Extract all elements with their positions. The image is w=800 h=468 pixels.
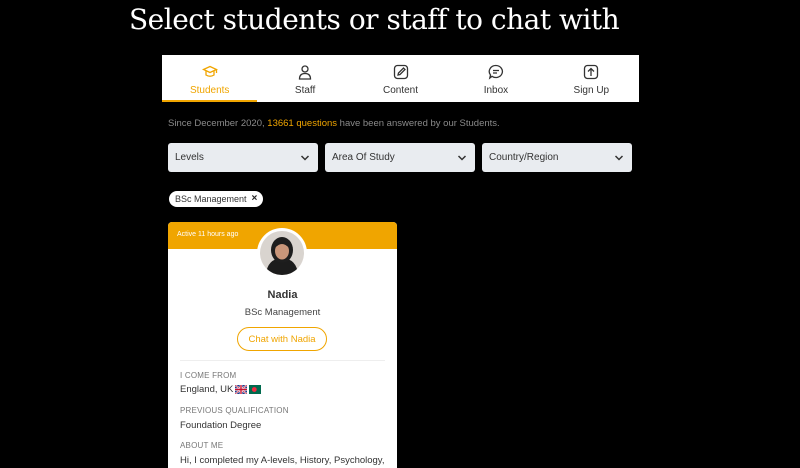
- student-card: Active 11 hours ago Nadia BSc Management…: [168, 222, 397, 468]
- chevron-down-icon: [614, 154, 624, 161]
- tab-sign-up[interactable]: Sign Up: [544, 55, 639, 102]
- area-of-study-select[interactable]: Area Of Study: [325, 143, 475, 172]
- stats-suffix: have been answered by our Students.: [337, 118, 500, 129]
- avatar[interactable]: [257, 228, 307, 278]
- chip-label: BSc Management: [175, 194, 247, 204]
- levels-select[interactable]: Levels: [168, 143, 318, 172]
- active-status: Active 11 hours ago: [177, 231, 239, 238]
- stats-count: 13661 questions: [267, 118, 338, 129]
- answered-stats: Since December 2020, 13661 questions hav…: [168, 118, 500, 129]
- user-icon: [298, 65, 312, 80]
- levels-select-value: Levels: [175, 152, 204, 163]
- chevron-down-icon: [300, 154, 310, 161]
- tab-label: Staff: [294, 85, 316, 96]
- page-title: Select students or staff to chat with: [129, 3, 620, 36]
- come-from-text: England, UK: [180, 384, 234, 395]
- come-from-label: I COME FROM: [180, 371, 237, 380]
- stats-prefix: Since December 2020,: [168, 118, 268, 129]
- divider: [180, 360, 385, 361]
- filter-bar: Levels Area Of Study Country/Region: [168, 143, 632, 172]
- student-name: Nadia: [267, 289, 298, 301]
- tab-label: Sign Up: [573, 85, 610, 96]
- active-filter-chip: BSc Management ×: [169, 191, 264, 207]
- uk-flag-icon: [235, 385, 248, 394]
- student-course: BSc Management: [244, 307, 321, 318]
- qualification-label: PREVIOUS QUALIFICATION: [180, 406, 289, 415]
- tab-staff[interactable]: Staff: [257, 55, 352, 102]
- bangladesh-flag-icon: [249, 385, 262, 394]
- remove-filter-icon[interactable]: ×: [252, 194, 258, 204]
- graduation-cap-icon: [201, 65, 218, 77]
- tab-label: Content: [383, 85, 419, 96]
- come-from-value: England, UK: [180, 384, 262, 395]
- tab-bar: Students Staff Content Inbox Sign Up: [162, 55, 639, 102]
- chat-button[interactable]: Chat with Nadia: [237, 327, 327, 351]
- tab-label: Students: [189, 85, 230, 96]
- tab-inbox[interactable]: Inbox: [448, 55, 543, 102]
- about-label: ABOUT ME: [180, 441, 224, 450]
- tab-content[interactable]: Content: [353, 55, 448, 102]
- upload-icon: [584, 64, 599, 80]
- area-select-value: Area Of Study: [332, 152, 395, 163]
- tab-label: Inbox: [483, 85, 509, 96]
- profile-photo-icon: [260, 231, 304, 275]
- about-value: Hi, I completed my A-levels, History, Ps…: [180, 455, 385, 466]
- country-select-value: Country/Region: [489, 152, 559, 163]
- edit-icon: [393, 64, 408, 80]
- chevron-down-icon: [457, 154, 467, 161]
- country-region-select[interactable]: Country/Region: [482, 143, 632, 172]
- qualification-value: Foundation Degree: [180, 420, 262, 431]
- chat-bubble-icon: [488, 64, 503, 80]
- tab-students[interactable]: Students: [162, 55, 258, 102]
